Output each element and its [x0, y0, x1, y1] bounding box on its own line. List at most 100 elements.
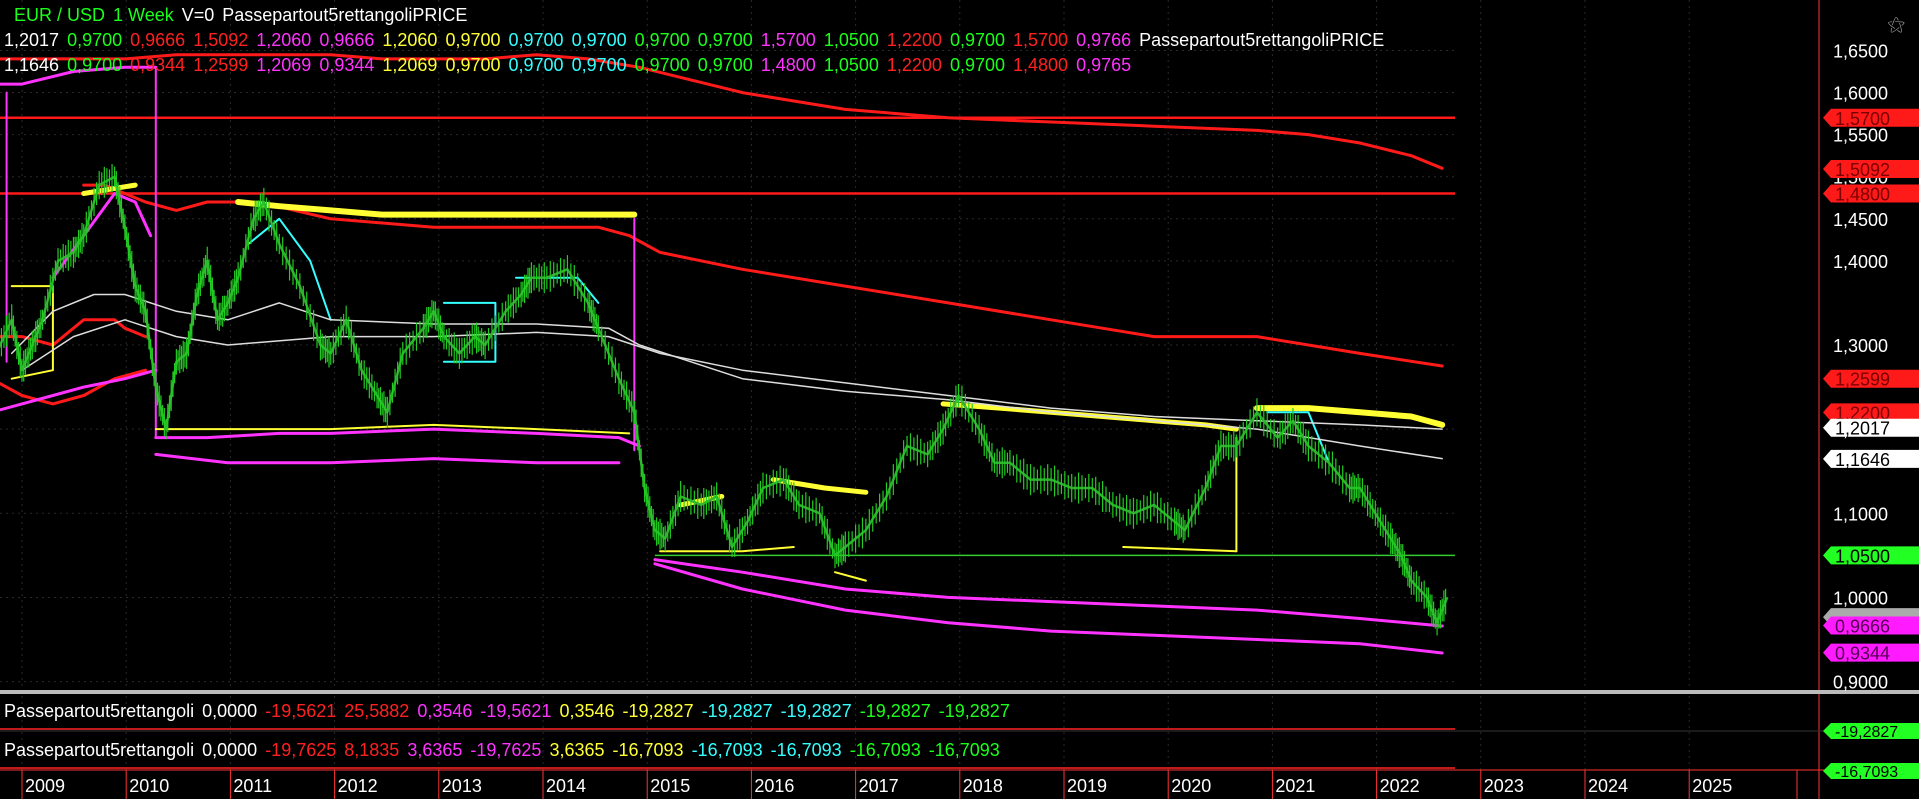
legend-value: 0,9666: [130, 30, 186, 50]
legend-value: -19,2827: [859, 701, 931, 721]
y-tick-label: 1,6500: [1833, 41, 1888, 61]
legend-value: 0,0000: [202, 740, 258, 760]
indicator-line: [10, 293, 1443, 460]
chart-header-title: EUR / USD 1 Week V=0 Passepartout5rettangol…: [14, 4, 475, 26]
x-tick-label: 2018: [963, 776, 1003, 796]
sub-value-tag: -19,2827: [1823, 723, 1919, 741]
chart-menu-icon[interactable]: ⚝: [1888, 14, 1906, 35]
subpanel-1-legend: Passepartout5rettangoli 0,0000 -19,5621 25,…: [4, 700, 1018, 722]
price-tag: 1,2017: [1823, 418, 1919, 439]
legend-value: 0,9666: [319, 30, 375, 50]
indicator-line: [834, 571, 867, 582]
legend-value: 1,2200: [886, 30, 942, 50]
legend-value: 1,5092: [193, 30, 249, 50]
gridlines: [0, 0, 1690, 770]
price-tag-label: 1,2599: [1835, 370, 1890, 390]
y-tick-label: 0,9000: [1833, 673, 1888, 693]
legend-value: -19,5621: [265, 701, 337, 721]
legend-value: Passepartout5rettangoli: [4, 701, 195, 721]
x-tick-label: 2015: [650, 776, 690, 796]
legend-value: 1,2060: [382, 30, 438, 50]
legend-value: -19,7625: [265, 740, 337, 760]
x-tick-label: 2010: [129, 776, 169, 796]
price-tag: 1,5092: [1823, 159, 1919, 180]
legend-value: Passepartout5rettangoliPRICE: [1139, 30, 1385, 50]
indicator-line: [659, 546, 795, 553]
chart-header-values-current: 1,2017 0,9700 0,9666 1,5092 1,2060 0,9666 1,20…: [4, 29, 1392, 51]
y-tick-label: 1,0000: [1833, 588, 1888, 608]
price-tag: 1,2599: [1823, 369, 1919, 390]
legend-value: 0,9765: [1076, 55, 1132, 75]
y-tick-label: 1,6000: [1833, 84, 1888, 104]
legend-value: 1,2200: [886, 55, 942, 75]
legend-value: -19,7625: [470, 740, 542, 760]
legend-value: 3,6365: [549, 740, 605, 760]
y-axis[interactable]: 0,90001,00001,10001,20001,30001,40001,45…: [1823, 41, 1919, 781]
price-tag: 1,4800: [1823, 184, 1919, 205]
legend-value: 1,2017: [4, 30, 60, 50]
legend-value: 1,5700: [1013, 30, 1069, 50]
main-panel-separator: [0, 690, 1919, 694]
legend-value: 1,2069: [256, 55, 312, 75]
y-tick-label: 1,4000: [1833, 252, 1888, 272]
x-tick-label: 2017: [859, 776, 899, 796]
price-tag-label: 1,1646: [1835, 450, 1890, 470]
legend-value: 1,4800: [760, 55, 816, 75]
legend-value: Passepartout5rettangoliPRICE: [222, 5, 468, 25]
chart-header-values-previous: 1,1646 0,9700 0,9344 1,2599 1,2069 0,9344 1,20…: [4, 54, 1139, 76]
chart-canvas: 0,90001,00001,10001,20001,30001,40001,45…: [0, 0, 1919, 799]
y-tick-label: 1,4500: [1833, 210, 1888, 230]
price-tag: 1,5700: [1823, 108, 1919, 129]
price-tag-label: 1,2017: [1835, 419, 1890, 439]
x-tick-label: 2012: [338, 776, 378, 796]
price-tag-label: 1,4800: [1835, 185, 1890, 205]
price-tag-label: 0,9666: [1835, 617, 1890, 637]
legend-value: 0,9700: [949, 30, 1005, 50]
legend-value: 0,9700: [508, 55, 564, 75]
legend-value: 1,4800: [1013, 55, 1069, 75]
price-tag: 1,1646: [1823, 449, 1919, 470]
price-tag: 1,0500: [1823, 546, 1919, 566]
sub-value-tag-label: -19,2827: [1835, 724, 1898, 741]
legend-value: 3,6365: [407, 740, 463, 760]
legend-value: 0,3546: [559, 701, 615, 721]
legend-value: 25,5882: [344, 701, 410, 721]
legend-value: 1,0500: [823, 55, 879, 75]
indicator-line: [1122, 546, 1238, 553]
legend-value: -19,2827: [938, 701, 1010, 721]
legend-value: -19,2827: [701, 701, 773, 721]
legend-value: -16,7093: [770, 740, 842, 760]
legend-value: -16,7093: [849, 740, 921, 760]
x-axis[interactable]: 2009 2010 2011 2012 2013 2014 2015 2016 2017 2018…: [21, 770, 1732, 799]
legend-value: -16,7093: [928, 740, 1000, 760]
legend-value: -19,2827: [622, 701, 694, 721]
legend-value: 1,0500: [823, 30, 879, 50]
legend-value: 1,2069: [382, 55, 438, 75]
sub-value-tag-label: -16,7093: [1835, 764, 1898, 781]
x-tick-label: 2014: [546, 776, 586, 796]
price-tag: 0,9666: [1823, 616, 1919, 637]
plot-area[interactable]: [0, 53, 1455, 655]
indicator-line: [154, 452, 621, 465]
legend-value: 0,9700: [634, 55, 690, 75]
legend-value: -16,7093: [691, 740, 763, 760]
legend-value: 0,9766: [1076, 30, 1132, 50]
indicator-line: [0, 318, 147, 347]
legend-value: 0,9700: [67, 30, 123, 50]
price-tag-label: 0,9344: [1835, 644, 1890, 664]
legend-value: 0,9700: [445, 55, 501, 75]
indicator-line: [82, 183, 1444, 368]
legend-value: 0,9700: [508, 30, 564, 50]
legend-value: -19,2827: [780, 701, 852, 721]
price-tag-label: 1,0500: [1835, 546, 1890, 566]
x-tick-label: 2020: [1171, 776, 1211, 796]
x-tick-label: 2011: [233, 776, 272, 796]
x-tick-label: 2016: [754, 776, 794, 796]
x-tick-label: 2021: [1275, 776, 1315, 796]
y-tick-label: 1,3000: [1833, 336, 1888, 356]
legend-value: 0,9700: [445, 30, 501, 50]
sub-value-tag: -16,7093: [1823, 763, 1919, 781]
x-tick-label: 2024: [1588, 776, 1628, 796]
legend-value: -19,5621: [480, 701, 552, 721]
indicator-line: [940, 401, 1239, 432]
